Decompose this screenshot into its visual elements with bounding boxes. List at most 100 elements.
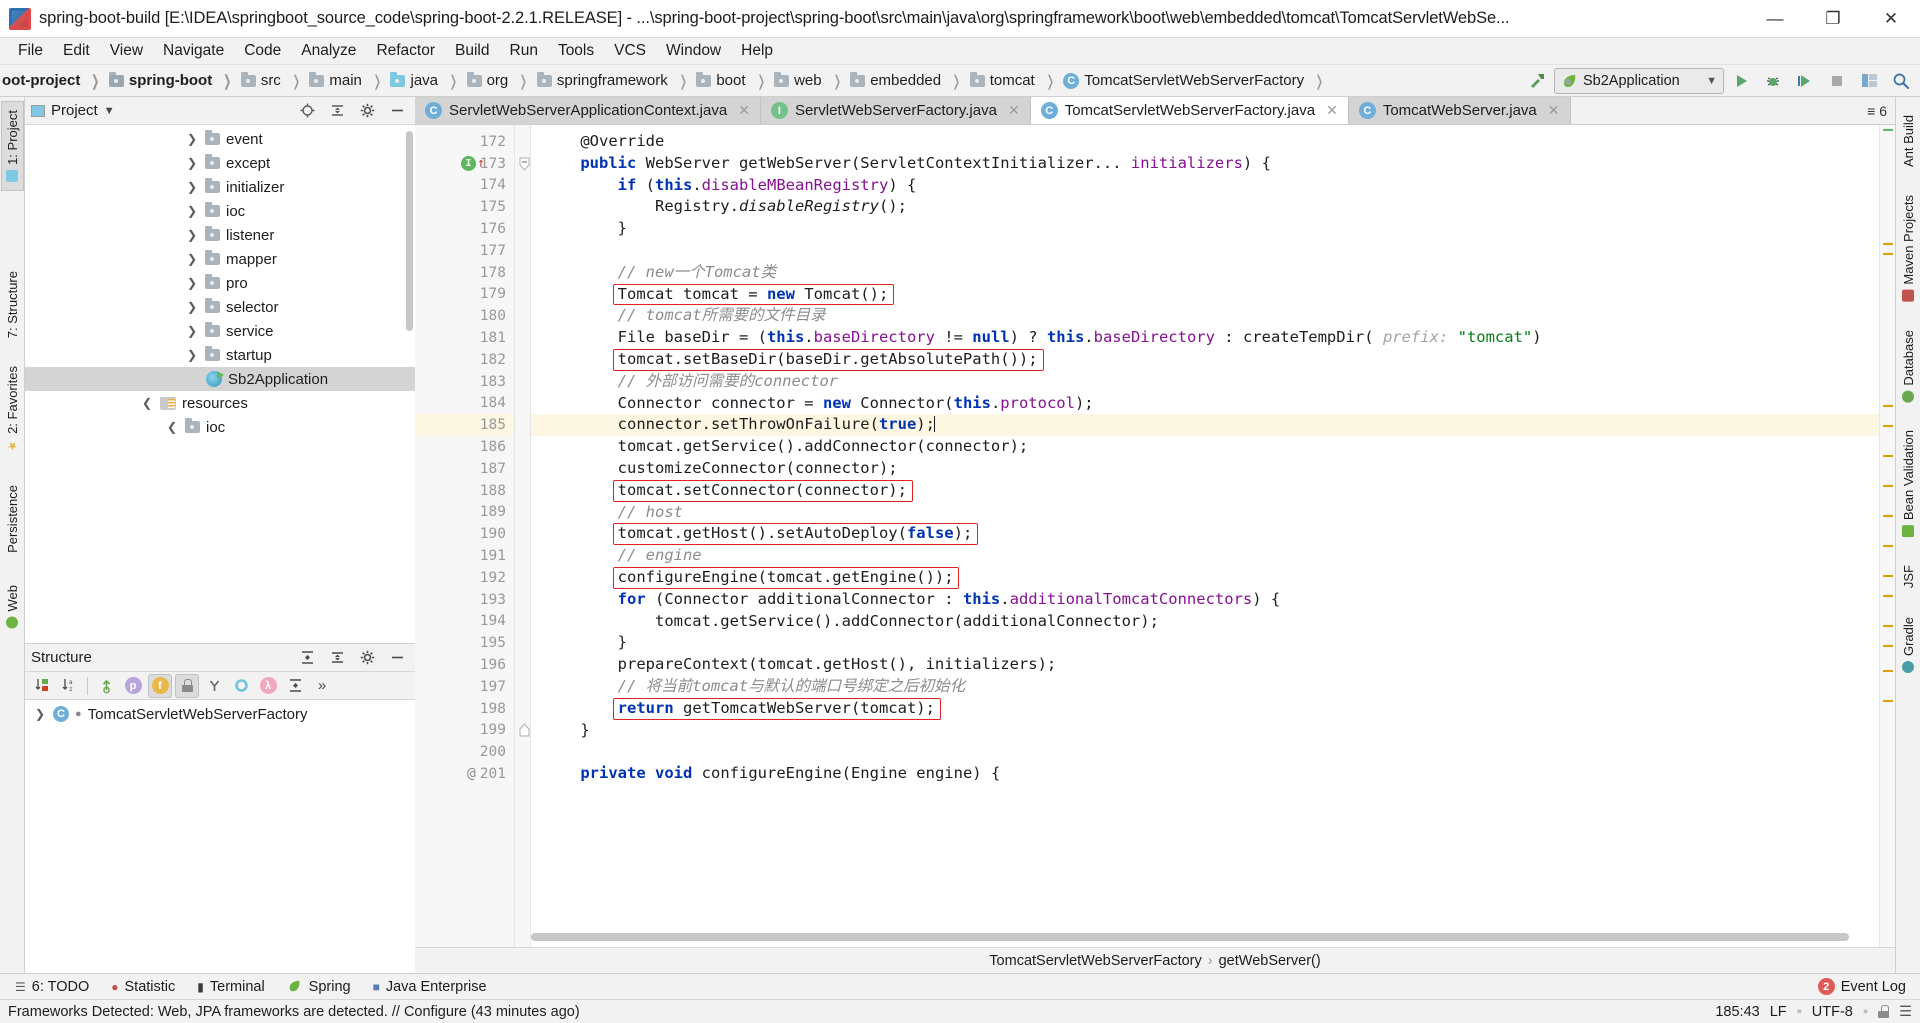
code-line[interactable]: // new一个Tomcat类 xyxy=(531,262,1879,284)
rail-tab-persistence[interactable]: Persistence xyxy=(2,477,23,561)
sort-alphabetically-icon[interactable]: az xyxy=(57,674,81,698)
breadcrumb-item-class[interactable]: C TomcatServletWebServerFactory ❭ xyxy=(1061,65,1330,97)
breadcrumb-item-web[interactable]: web ❭ xyxy=(772,65,848,97)
marker-tick[interactable] xyxy=(1883,405,1893,407)
fold-marker[interactable] xyxy=(515,502,530,524)
gutter-line[interactable]: 195 xyxy=(415,632,514,654)
locate-icon[interactable] xyxy=(295,100,319,122)
menu-tools[interactable]: Tools xyxy=(548,39,604,63)
gutter-line[interactable]: 185 xyxy=(415,414,514,437)
code-line[interactable]: for (Connector additionalConnector : thi… xyxy=(531,589,1879,611)
marker-tick[interactable] xyxy=(1883,645,1893,647)
code-line[interactable]: // host xyxy=(531,502,1879,524)
chevron-right-icon[interactable]: ❯ xyxy=(185,132,199,146)
build-icon[interactable] xyxy=(1522,67,1552,95)
chevron-down-icon[interactable]: ❮ xyxy=(140,396,154,410)
lock-icon[interactable] xyxy=(1878,1005,1889,1018)
chevron-right-icon[interactable]: ❯ xyxy=(185,276,199,290)
close-icon[interactable]: ✕ xyxy=(1548,102,1560,119)
chevron-right-icon[interactable]: ❯ xyxy=(185,252,199,266)
menu-file[interactable]: File xyxy=(8,39,53,63)
fold-marker[interactable] xyxy=(515,327,530,349)
gutter-line[interactable]: 201 @ xyxy=(415,763,514,785)
tree-item-mapper[interactable]: ❯ mapper xyxy=(25,247,415,271)
marker-tick[interactable] xyxy=(1883,700,1893,702)
bottom-tab-statistic[interactable]: ● Statistic xyxy=(102,977,184,997)
fold-marker[interactable] xyxy=(515,196,530,218)
chevron-right-icon[interactable]: ❯ xyxy=(185,156,199,170)
gutter-line[interactable]: 196 xyxy=(415,654,514,676)
tree-item-pro[interactable]: ❯ pro xyxy=(25,271,415,295)
fold-marker[interactable] xyxy=(515,240,530,262)
gutter-line[interactable]: 187 xyxy=(415,458,514,480)
sort-by-visibility-icon[interactable] xyxy=(30,674,54,698)
show-non-public-icon[interactable] xyxy=(175,673,199,698)
chevron-right-icon[interactable]: ❯ xyxy=(33,707,47,721)
rail-tab-jsf[interactable]: JSF xyxy=(1898,557,1919,596)
fold-marker[interactable] xyxy=(515,436,530,458)
marker-tick[interactable] xyxy=(1883,595,1893,597)
tree-item-service[interactable]: ❯ service xyxy=(25,319,415,343)
code-line[interactable]: return getTomcatWebServer(tomcat); xyxy=(531,697,1879,720)
collapse-all-icon[interactable] xyxy=(325,100,349,122)
menu-window[interactable]: Window xyxy=(656,39,731,63)
code-line[interactable]: Tomcat tomcat = new Tomcat(); xyxy=(531,283,1879,306)
code-line[interactable] xyxy=(531,741,1879,763)
marker-tick[interactable] xyxy=(1883,545,1893,547)
gutter-line[interactable]: 174 xyxy=(415,175,514,197)
code-line[interactable]: // engine xyxy=(531,545,1879,567)
close-icon[interactable]: ✕ xyxy=(1326,102,1338,119)
editor-breadcrumb-method[interactable]: getWebServer() xyxy=(1219,953,1321,969)
gutter-line[interactable]: 198 xyxy=(415,698,514,720)
code-line[interactable]: File baseDir = (this.baseDirectory != nu… xyxy=(531,327,1879,349)
editor-fold-column[interactable] xyxy=(515,125,531,947)
show-interfaces-icon[interactable] xyxy=(229,674,253,698)
editor-marker-bar[interactable] xyxy=(1879,125,1895,947)
tree-item-initializer[interactable]: ❯ initializer xyxy=(25,175,415,199)
fold-marker[interactable] xyxy=(515,284,530,306)
fold-marker[interactable] xyxy=(515,589,530,611)
fold-marker[interactable] xyxy=(515,611,530,633)
editor-tab-servletwebserverapplicationcontext[interactable]: C ServletWebServerApplicationContext.jav… xyxy=(415,97,761,124)
code-line[interactable]: tomcat.setBaseDir(baseDir.getAbsolutePat… xyxy=(531,348,1879,371)
tree-item-resources-ioc[interactable]: ❮ ioc xyxy=(25,415,415,439)
code-editor[interactable]: 172 173 I ↑ 174 175 176 177 178 179 180 181 182 183 18… xyxy=(415,125,1895,947)
code-line[interactable]: customizeConnector(connector); xyxy=(531,458,1879,480)
show-inherited-icon[interactable] xyxy=(94,674,118,698)
gutter-line[interactable]: 173 I ↑ xyxy=(415,153,514,175)
fold-marker[interactable] xyxy=(515,349,530,371)
marker-tick[interactable] xyxy=(1883,425,1893,427)
code-line[interactable]: connector.setThrowOnFailure(true); xyxy=(531,414,1879,437)
editor-tab-tomcatwebserver[interactable]: C TomcatWebServer.java ✕ xyxy=(1348,97,1571,124)
marker-tick[interactable] xyxy=(1883,575,1893,577)
breadcrumb-item-embedded[interactable]: embedded ❭ xyxy=(848,65,967,97)
code-line[interactable]: private void configureEngine(Engine engi… xyxy=(531,763,1879,785)
breadcrumb-item-src[interactable]: src ❭ xyxy=(239,65,308,97)
annotation-gutter-marker[interactable]: @ xyxy=(467,766,476,782)
hide-icon[interactable] xyxy=(385,100,409,122)
gutter-line[interactable]: 186 xyxy=(415,436,514,458)
chevron-right-icon[interactable]: ❯ xyxy=(185,180,199,194)
gutter-line[interactable]: 179 xyxy=(415,284,514,306)
breadcrumb-item-main[interactable]: main ❭ xyxy=(307,65,388,97)
breadcrumb-item-module[interactable]: spring-boot ❭ xyxy=(107,65,239,97)
hide-icon[interactable] xyxy=(385,647,409,669)
file-encoding[interactable]: UTF-8 xyxy=(1812,1004,1853,1020)
marker-tick[interactable] xyxy=(1883,625,1893,627)
show-fields-icon[interactable]: f xyxy=(148,673,172,698)
rail-tab-bean-validation[interactable]: Bean Validation xyxy=(1898,422,1919,545)
gutter-line[interactable]: 178 xyxy=(415,262,514,284)
tree-item-startup[interactable]: ❯ startup xyxy=(25,343,415,367)
tree-item-resources[interactable]: ❮ resources xyxy=(25,391,415,415)
close-icon[interactable]: ✕ xyxy=(738,102,750,119)
close-button[interactable]: ✕ xyxy=(1862,0,1920,38)
gutter-line[interactable]: 172 xyxy=(415,131,514,153)
marker-tick[interactable] xyxy=(1883,243,1893,245)
menu-analyze[interactable]: Analyze xyxy=(291,39,366,63)
menu-code[interactable]: Code xyxy=(234,39,291,63)
code-line[interactable]: // 外部访问需要的connector xyxy=(531,371,1879,393)
fold-marker[interactable] xyxy=(515,523,530,545)
code-line[interactable]: } xyxy=(531,720,1879,742)
caret-position[interactable]: 185:43 xyxy=(1715,1004,1759,1020)
marker-tick[interactable] xyxy=(1883,253,1893,255)
